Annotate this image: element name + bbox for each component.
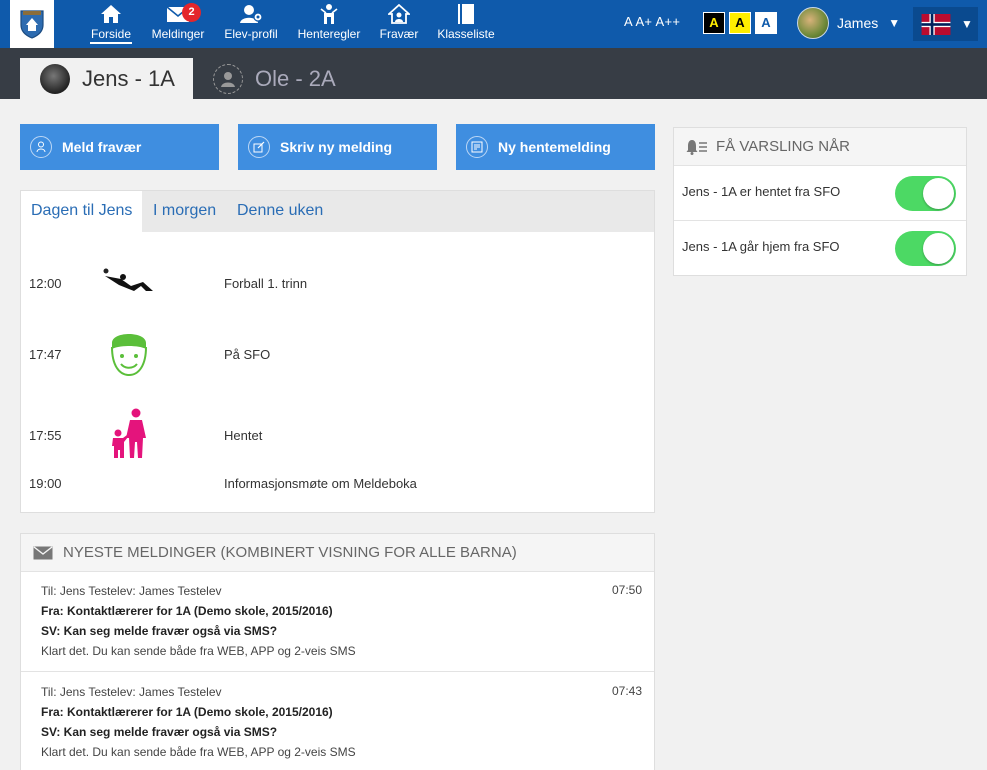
student-profile-icon bbox=[223, 2, 279, 26]
chevron-down-icon: ▼ bbox=[961, 17, 973, 31]
top-navigation-bar: Forside 2 Meldinger Elev-profil Hentereg… bbox=[0, 0, 987, 48]
tab-today[interactable]: Dagen til Jens bbox=[21, 191, 143, 232]
message-item[interactable]: Til: Jens Testelev: James Testelev 07:50… bbox=[21, 572, 654, 672]
notification-toggle[interactable] bbox=[895, 231, 956, 266]
nav-klasseliste[interactable]: Klasseliste bbox=[436, 2, 496, 46]
message-preview: Klart det. Du kan sende både fra WEB, AP… bbox=[41, 644, 356, 658]
event-time: 17:55 bbox=[29, 428, 62, 443]
child-tab-ole[interactable]: Ole - 2A bbox=[193, 58, 353, 99]
unread-count-badge: 2 bbox=[182, 3, 201, 22]
nav-meldinger[interactable]: 2 Meldinger bbox=[150, 2, 206, 46]
language-selector[interactable]: ▼ bbox=[913, 7, 978, 41]
message-recipient: Til: Jens Testelev: James Testelev bbox=[41, 584, 222, 598]
notification-settings-header: FÅ VARSLING NÅR bbox=[674, 128, 966, 166]
report-absence-label: Meld fravær bbox=[62, 139, 142, 155]
notification-label: Jens - 1A går hjem fra SFO bbox=[682, 239, 840, 254]
contrast-white-button[interactable]: A bbox=[755, 12, 777, 34]
contrast-black-button[interactable]: A bbox=[703, 12, 725, 34]
home-icon bbox=[90, 2, 132, 26]
toggle-knob bbox=[923, 178, 954, 209]
envelope-icon bbox=[33, 545, 53, 559]
schedule-event[interactable]: 12:00 Forball 1. trinn bbox=[21, 256, 654, 306]
report-absence-button[interactable]: Meld fravær bbox=[20, 124, 219, 170]
child-tab-label: Ole - 2A bbox=[255, 65, 336, 91]
user-menu[interactable]: James ▼ bbox=[797, 6, 900, 40]
event-time: 12:00 bbox=[29, 276, 62, 291]
new-pickup-button[interactable]: Ny hentemelding bbox=[456, 124, 655, 170]
schedule-event[interactable]: 19:00 Informasjonsmøte om Meldeboka bbox=[21, 474, 654, 494]
event-time: 19:00 bbox=[29, 476, 62, 491]
avatar bbox=[797, 7, 829, 39]
schedule-event[interactable]: 17:55 Hentet bbox=[21, 406, 654, 462]
notification-toggle[interactable] bbox=[895, 176, 956, 211]
message-time: 07:43 bbox=[611, 684, 642, 698]
event-name: Informasjonsmøte om Meldeboka bbox=[224, 476, 417, 491]
child-tab-jens[interactable]: Jens - 1A bbox=[20, 58, 193, 99]
child-face-icon bbox=[111, 334, 147, 377]
contrast-yellow-button[interactable]: A bbox=[729, 12, 751, 34]
nav-henteregler-label: Henteregler bbox=[297, 27, 361, 41]
notification-settings-title: FÅ VARSLING NÅR bbox=[716, 138, 850, 155]
event-name: På SFO bbox=[224, 347, 271, 362]
norway-flag-icon bbox=[921, 13, 951, 35]
font-size-selector[interactable]: A A+ A++ bbox=[624, 14, 680, 29]
event-time: 17:47 bbox=[29, 347, 62, 362]
tab-tomorrow[interactable]: I morgen bbox=[143, 191, 226, 232]
nav-elev-profil-label: Elev-profil bbox=[224, 27, 278, 41]
bell-list-icon bbox=[686, 139, 707, 155]
school-crest-logo[interactable] bbox=[10, 0, 54, 48]
avatar bbox=[40, 63, 70, 94]
nav-forside[interactable]: Forside bbox=[90, 2, 132, 46]
message-recipient: Til: Jens Testelev: James Testelev bbox=[41, 685, 222, 699]
nav-fravaer-label: Fravær bbox=[379, 27, 419, 41]
message-time: 07:50 bbox=[611, 583, 642, 597]
new-pickup-label: Ny hentemelding bbox=[498, 139, 611, 155]
day-schedule-panel: Dagen til Jens I morgen Denne uken 12:00… bbox=[20, 190, 655, 513]
day-tab-bar: Dagen til Jens I morgen Denne uken bbox=[21, 191, 654, 232]
event-name: Forball 1. trinn bbox=[224, 276, 308, 291]
child-tab-bar: Jens - 1A Ole - 2A bbox=[0, 48, 987, 99]
placeholder-avatar-icon bbox=[213, 63, 243, 94]
event-name: Hentet bbox=[224, 428, 263, 443]
latest-messages-title: NYESTE MELDINGER (KOMBINERT VISNING FOR … bbox=[63, 544, 517, 561]
write-message-button[interactable]: Skriv ny melding bbox=[238, 124, 437, 170]
message-subject: SV: Kan seg melde fravær også via SMS? bbox=[41, 725, 278, 739]
parent-child-icon bbox=[112, 408, 146, 458]
user-name: James bbox=[837, 15, 879, 31]
notification-settings-panel: FÅ VARSLING NÅR Jens - 1A er hentet fra … bbox=[673, 127, 967, 276]
latest-messages-header: NYESTE MELDINGER (KOMBINERT VISNING FOR … bbox=[21, 534, 654, 572]
nav-klasseliste-label: Klasseliste bbox=[437, 27, 495, 41]
pickup-icon bbox=[466, 136, 488, 158]
message-sender: Fra: Kontaktlærerer for 1A (Demo skole, … bbox=[41, 705, 333, 719]
class-list-icon bbox=[436, 2, 496, 26]
schedule-event[interactable]: 17:47 På SFO bbox=[21, 323, 654, 387]
football-player-icon bbox=[103, 268, 153, 291]
nav-henteregler[interactable]: Henteregler bbox=[296, 2, 362, 46]
notification-row: Jens - 1A er hentet fra SFO bbox=[674, 166, 966, 221]
message-subject: SV: Kan seg melde fravær også via SMS? bbox=[41, 624, 278, 638]
notification-label: Jens - 1A er hentet fra SFO bbox=[682, 184, 841, 199]
message-sender: Fra: Kontaktlærerer for 1A (Demo skole, … bbox=[41, 604, 333, 618]
pickup-rules-icon bbox=[296, 2, 362, 26]
notification-row: Jens - 1A går hjem fra SFO bbox=[674, 221, 966, 276]
nav-meldinger-label: Meldinger bbox=[151, 27, 205, 41]
nav-fravaer[interactable]: Fravær bbox=[379, 2, 419, 46]
write-icon bbox=[248, 136, 270, 158]
message-item[interactable]: Til: Jens Testelev: James Testelev 07:43… bbox=[21, 673, 654, 770]
person-icon bbox=[30, 136, 52, 158]
message-preview: Klart det. Du kan sende både fra WEB, AP… bbox=[41, 745, 356, 759]
toggle-knob bbox=[923, 233, 954, 264]
nav-forside-label: Forside bbox=[90, 27, 132, 44]
child-tab-label: Jens - 1A bbox=[82, 65, 175, 91]
write-message-label: Skriv ny melding bbox=[280, 139, 393, 155]
tab-this-week[interactable]: Denne uken bbox=[227, 191, 333, 232]
latest-messages-panel: NYESTE MELDINGER (KOMBINERT VISNING FOR … bbox=[20, 533, 655, 770]
absence-icon bbox=[379, 2, 419, 26]
nav-elev-profil[interactable]: Elev-profil bbox=[223, 2, 279, 46]
chevron-down-icon: ▼ bbox=[888, 16, 901, 30]
